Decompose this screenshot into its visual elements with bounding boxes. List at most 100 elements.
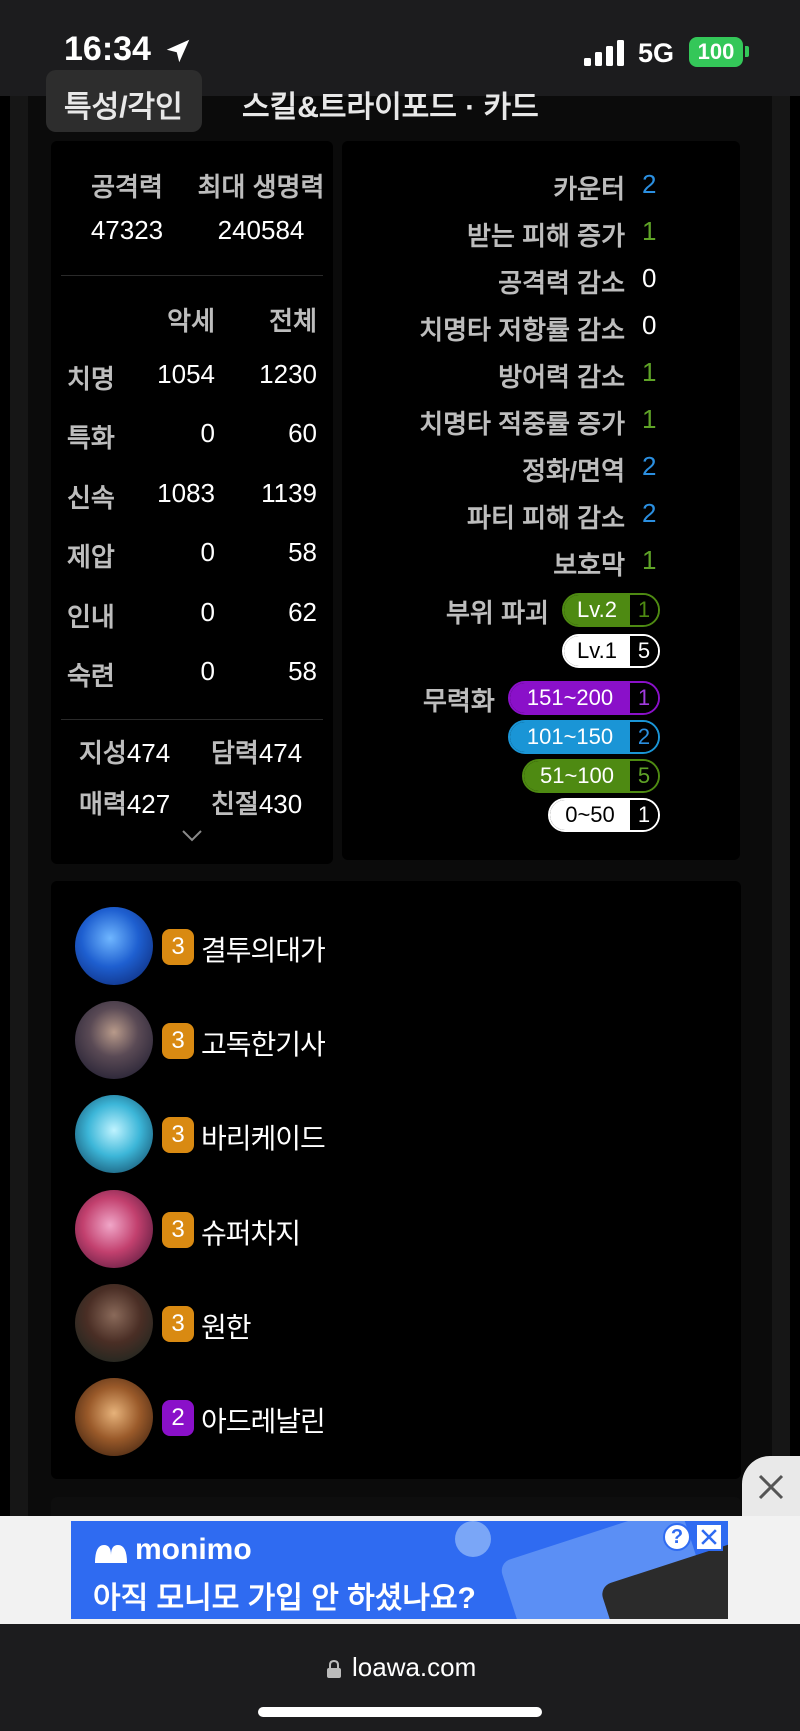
pill-label: 151~200 (510, 683, 630, 713)
part-break-label: 부위 파괴 (446, 598, 549, 628)
attr-label: 매력 (79, 789, 127, 819)
synergy-label: 방어력 감소 (498, 362, 625, 392)
synergy-count: 1 (642, 357, 657, 387)
status-time: 16:34 (64, 30, 151, 68)
engraving-name: 아드레날린 (201, 1406, 326, 1437)
divider (61, 719, 323, 720)
stat-total-value: 62 (288, 597, 317, 627)
attr-label: 지성 (79, 738, 127, 768)
synergy-count: 1 (642, 216, 657, 246)
pill-count: 1 (630, 683, 658, 713)
stat-total-value: 58 (288, 656, 317, 686)
tab-engravings[interactable]: 특성/각인 (46, 70, 202, 132)
ad-banner[interactable]: monimo 아직 모니모 가입 안 하셨나요? ? (71, 1521, 728, 1619)
engraving-item[interactable]: 3 바리케이드 (75, 1095, 715, 1175)
browser-address-bar[interactable]: loawa.com (0, 1624, 800, 1731)
stat-row-swiftness: 신속 1083 1139 (51, 478, 333, 518)
network-type: 5G (638, 38, 675, 68)
stagger-101-150-pill: 101~150 2 (508, 720, 660, 754)
synergy-row: 치명타 저항률 감소 0 (342, 310, 740, 350)
synergy-count: 2 (642, 169, 657, 199)
stat-accessory-value: 1083 (157, 478, 215, 508)
chevron-down-icon[interactable] (182, 830, 202, 842)
stat-row-domination: 제압 0 58 (51, 537, 333, 577)
synergy-row: 보호막 1 (342, 545, 740, 585)
synergy-label: 공격력 감소 (498, 268, 625, 298)
stat-total-value: 1230 (259, 359, 317, 389)
attr-kindness: 친절430 (211, 784, 302, 821)
stat-total-value: 1139 (261, 478, 317, 508)
engraving-item[interactable]: 3 결투의대가 (75, 907, 715, 987)
stat-total-value: 60 (288, 418, 317, 448)
synergy-row: 공격력 감소 0 (342, 263, 740, 303)
engraving-level-badge: 3 (162, 1306, 194, 1342)
duel-master-icon (75, 907, 153, 985)
grudge-icon (75, 1284, 153, 1362)
synergy-count: 1 (642, 545, 657, 575)
synergy-row: 받는 피해 증가 1 (342, 216, 740, 256)
engraving-level-badge: 3 (162, 1212, 194, 1248)
stagger-51-100-pill: 51~100 5 (522, 759, 660, 793)
stats-panel: 공격력 최대 생명력 47323 240584 악세 전체 치명 1054 12… (51, 141, 333, 864)
stagger-label: 무력화 (423, 686, 495, 716)
synergy-count: 2 (642, 451, 657, 481)
stagger-0-50-pill: 0~50 1 (548, 798, 660, 832)
pill-count: 1 (630, 595, 658, 625)
adrenaline-icon (75, 1378, 153, 1456)
attr-value: 427 (126, 789, 171, 819)
engraving-item[interactable]: 3 원한 (75, 1284, 715, 1364)
stat-accessory-value: 0 (200, 418, 215, 448)
signal-bars-icon (584, 40, 624, 66)
section-tabs: 특성/각인 스킬&트라이포드 · 카드 (46, 70, 766, 132)
engravings-panel: 3 결투의대가 3 고독한기사 3 바리케이드 3 슈퍼차지 3 원한 2 아드… (51, 881, 741, 1479)
ad-info-icon[interactable]: ? (663, 1523, 691, 1551)
stat-row-endurance: 인내 0 62 (51, 597, 333, 637)
synergy-label: 받는 피해 증가 (467, 221, 625, 251)
engraving-level-badge: 3 (162, 1023, 194, 1059)
stat-row-crit: 치명 1054 1230 (51, 359, 333, 399)
tab-skills[interactable]: 스킬&트라이포드 · 카드 (242, 70, 642, 132)
synergy-label: 치명타 적중률 증가 (419, 409, 625, 439)
monimo-logo-icon (95, 1545, 127, 1563)
synergy-label: 치명타 저항률 감소 (419, 315, 625, 345)
attr-label: 담력 (211, 738, 259, 768)
attack-label: 공격력 (91, 172, 163, 202)
part-break-lv2-pill: Lv.2 1 (562, 593, 660, 627)
engraving-item[interactable]: 3 슈퍼차지 (75, 1190, 715, 1270)
pill-label: 51~100 (524, 761, 630, 791)
synergy-count: 0 (642, 263, 657, 293)
ad-close-button[interactable] (742, 1456, 800, 1516)
pill-label: Lv.2 (564, 595, 630, 625)
engraving-item[interactable]: 3 고독한기사 (75, 1001, 715, 1081)
barricade-icon (75, 1095, 153, 1173)
battery-tip (745, 46, 749, 57)
engraving-level-badge: 2 (162, 1400, 194, 1436)
synergy-label: 카운터 (553, 174, 625, 204)
engraving-level-badge: 3 (162, 929, 194, 965)
engraving-item[interactable]: 2 아드레날린 (75, 1378, 715, 1458)
home-indicator (258, 1707, 542, 1717)
synergy-label: 보호막 (553, 550, 625, 580)
synergy-count: 0 (642, 310, 657, 340)
close-icon (758, 1474, 784, 1500)
engraving-name: 원한 (201, 1312, 252, 1343)
pill-label: Lv.1 (564, 636, 630, 666)
attr-value: 474 (126, 738, 171, 768)
super-charge-icon (75, 1190, 153, 1268)
synergy-row: 파티 피해 감소 2 (342, 498, 740, 538)
col-header-accessory: 악세 (167, 306, 215, 336)
attr-intellect: 지성474 (79, 733, 170, 770)
tab-skills-label: 스킬&트라이포드 · 카드 (242, 91, 539, 124)
stat-total-value: 58 (288, 537, 317, 567)
ad-dismiss-icon[interactable] (695, 1523, 723, 1551)
stat-accessory-value: 1054 (157, 359, 215, 389)
engraving-name: 바리케이드 (201, 1123, 326, 1154)
stat-label: 특화 (67, 423, 115, 453)
ad-bar: monimo 아직 모니모 가입 안 하셨나요? ? (0, 1516, 800, 1624)
location-arrow-icon (166, 39, 190, 63)
synergy-row: 정화/면역 2 (342, 451, 740, 491)
part-break-lv1-pill: Lv.1 5 (562, 634, 660, 668)
attr-courage: 담력474 (211, 733, 302, 770)
engraving-name: 결투의대가 (201, 935, 326, 966)
synergy-row: 방어력 감소 1 (342, 357, 740, 397)
